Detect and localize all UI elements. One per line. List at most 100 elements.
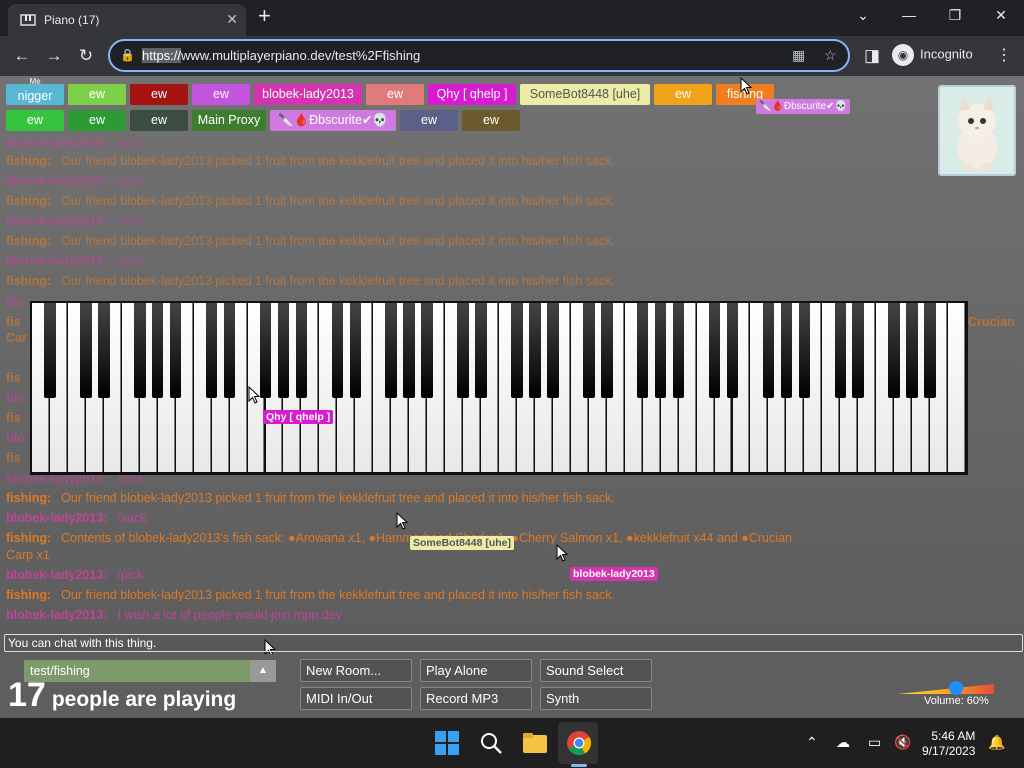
url-host-path: www.multiplayerpiano.dev/test%2Ffishing — [181, 48, 421, 63]
floating-player-badge: 🔪🩸Ðbscurite✔💀 — [756, 99, 850, 114]
piano-black-key[interactable] — [331, 303, 344, 398]
chat-input[interactable]: You can chat with this thing. — [4, 634, 1023, 652]
player-badge[interactable]: blobek-lady2013 — [254, 84, 362, 105]
piano-black-key[interactable] — [798, 303, 811, 398]
mpp-page: blobek-lady2013: /pick fishing: Our friend … — [0, 76, 1024, 718]
back-icon[interactable]: ← — [10, 44, 34, 68]
player-badge[interactable]: ew — [654, 84, 712, 105]
chat-fragment-crucian: Crucian — [968, 315, 1015, 329]
player-badge[interactable]: ew — [68, 110, 126, 131]
windows-start-icon[interactable] — [434, 730, 460, 756]
player-badge[interactable]: ew — [400, 110, 458, 131]
piano-black-key[interactable] — [134, 303, 146, 398]
piano-black-key[interactable] — [475, 303, 487, 398]
piano-black-key[interactable] — [403, 303, 415, 398]
piano-black-key[interactable] — [151, 303, 164, 398]
piano-black-key[interactable] — [529, 303, 541, 398]
piano-black-key[interactable] — [672, 303, 685, 398]
piano-black-key[interactable] — [277, 303, 290, 398]
piano-black-key[interactable] — [780, 303, 793, 398]
piano-black-key[interactable] — [457, 303, 469, 398]
piano-black-key[interactable] — [888, 303, 900, 398]
piano-black-key[interactable] — [44, 303, 56, 398]
network-icon[interactable]: ▭ — [868, 734, 881, 751]
notifications-icon[interactable]: 🔔 — [988, 734, 1005, 751]
chat-fragment: blo — [6, 431, 25, 445]
piano-black-key[interactable] — [924, 303, 936, 398]
browser-menu-icon[interactable]: ⋮ — [996, 45, 1012, 65]
player-badge[interactable]: nigger Me — [6, 77, 64, 105]
piano-black-key[interactable] — [80, 303, 92, 398]
forward-icon[interactable]: → — [42, 44, 66, 68]
player-name: ew — [151, 113, 167, 127]
piano-black-key[interactable] — [349, 303, 362, 398]
reload-icon[interactable]: ↻ — [74, 44, 98, 68]
address-bar[interactable]: 🔒 https://www.multiplayerpiano.dev/test%… — [108, 39, 850, 72]
piano-white-key[interactable] — [948, 303, 965, 472]
volume-slider[interactable] — [898, 681, 994, 695]
restore-icon[interactable]: ❐ — [932, 4, 978, 26]
record-mp3-button[interactable]: Record MP3 — [420, 687, 532, 710]
player-badge[interactable]: Qhy [ qhelp ] — [428, 84, 516, 105]
player-badge[interactable]: ew — [6, 110, 64, 131]
piano-black-key[interactable] — [636, 303, 649, 398]
piano-black-key[interactable] — [223, 303, 236, 398]
piano-black-key[interactable] — [583, 303, 595, 398]
cat-avatar[interactable] — [938, 85, 1016, 176]
piano-black-key[interactable] — [601, 303, 613, 398]
volume-knob[interactable] — [948, 681, 963, 695]
play-alone-button[interactable]: Play Alone — [420, 659, 532, 682]
chat-message: fishing: Our friend blobek-lady2013 picke… — [6, 274, 615, 288]
chrome-icon[interactable] — [566, 730, 592, 756]
system-clock[interactable]: 5:46 AM 9/17/2023 — [922, 729, 975, 759]
piano-black-key[interactable] — [654, 303, 667, 398]
piano-black-key[interactable] — [385, 303, 397, 398]
piano-black-key[interactable] — [169, 303, 182, 398]
browser-tab[interactable]: Piano (17) ✕ — [8, 4, 246, 36]
new-room-button[interactable]: New Room... — [300, 659, 412, 682]
tab-search-icon[interactable]: ⌄ — [840, 4, 886, 26]
file-explorer-icon[interactable] — [522, 730, 548, 756]
volume-muted-icon[interactable]: 🔇 — [894, 734, 911, 751]
piano-black-key[interactable] — [421, 303, 433, 398]
piano-black-key[interactable] — [834, 303, 846, 398]
player-badge[interactable]: ew — [130, 84, 188, 105]
new-tab-icon[interactable]: + — [258, 4, 271, 28]
chat-message: fishing: Our friend blobek-lady2013 picke… — [6, 234, 615, 248]
piano-black-key[interactable] — [98, 303, 110, 398]
bookmark-star-icon[interactable]: ☆ — [824, 47, 837, 64]
piano-black-key[interactable] — [205, 303, 218, 398]
player-badge[interactable]: ew — [68, 84, 126, 105]
piano-black-key[interactable] — [511, 303, 523, 398]
search-icon[interactable] — [478, 730, 504, 756]
piano-black-key[interactable] — [547, 303, 559, 398]
midi-button[interactable]: MIDI In/Out — [300, 687, 412, 710]
tray-overflow-icon[interactable]: ⌃ — [806, 734, 818, 751]
player-badge[interactable]: Main Proxy — [192, 110, 266, 131]
piano-black-key[interactable] — [259, 303, 272, 398]
piano-black-key[interactable] — [762, 303, 775, 398]
lock-icon[interactable]: 🔒 — [120, 48, 135, 62]
piano-black-key[interactable] — [726, 303, 739, 398]
url-text[interactable]: https://www.multiplayerpiano.dev/test%2F… — [142, 48, 420, 63]
room-expand-icon[interactable]: ▲ — [250, 660, 276, 682]
player-badge[interactable]: 🔪🩸Ðbscurite✔💀 — [270, 110, 396, 131]
side-panel-icon[interactable]: ◨ — [860, 44, 884, 68]
cloud-sync-icon[interactable]: ☁ — [836, 734, 850, 751]
player-badge[interactable]: ew — [130, 110, 188, 131]
sound-select-button[interactable]: Sound Select — [540, 659, 652, 682]
player-badge[interactable]: ew — [192, 84, 250, 105]
qr-code-icon[interactable]: ▦ — [792, 47, 805, 64]
piano-black-key[interactable] — [708, 303, 721, 398]
player-badge[interactable]: ew — [366, 84, 424, 105]
tab-close-icon[interactable]: ✕ — [226, 11, 238, 28]
player-badge[interactable]: ew — [462, 110, 520, 131]
incognito-indicator[interactable]: ◉ Incognito — [892, 44, 973, 66]
synth-button[interactable]: Synth — [540, 687, 652, 710]
minimize-icon[interactable]: — — [886, 4, 932, 26]
piano-black-key[interactable] — [906, 303, 918, 398]
piano-black-key[interactable] — [852, 303, 864, 398]
close-window-icon[interactable]: ✕ — [978, 4, 1024, 26]
player-badge[interactable]: SomeBot8448 [uhe] — [520, 84, 650, 105]
piano-black-key[interactable] — [295, 303, 308, 398]
